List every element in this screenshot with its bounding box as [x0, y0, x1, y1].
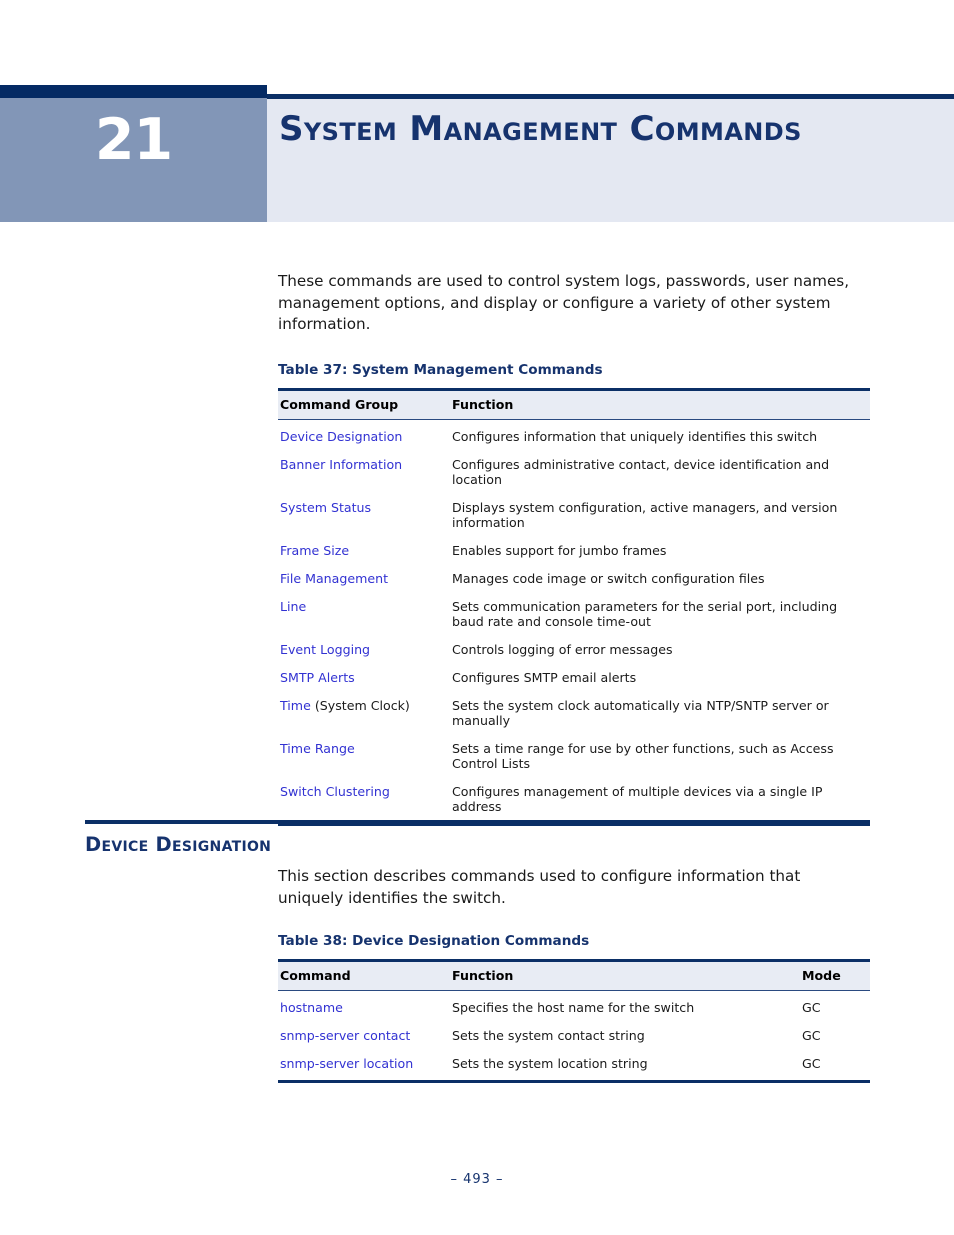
command-group-link[interactable]: Line — [280, 599, 306, 614]
table-38-cell-mode: GC — [802, 1000, 821, 1015]
table-row: Switch Clustering Configures management o… — [278, 774, 870, 826]
table-38-cell-function: Sets the system location string — [450, 1047, 800, 1083]
section-content: This section describes commands used to … — [278, 866, 870, 1083]
table-38-cell-command: hostname — [278, 991, 450, 1020]
section-paragraph: This section describes commands used to … — [278, 867, 801, 907]
table-38-body: hostname Specifies the host name for the … — [278, 991, 870, 1083]
table-38: Command Function Mode hostname Specifies … — [278, 959, 870, 1083]
table-37-cell-function: Configures administrative contact, devic… — [452, 456, 830, 487]
table-row: System Status Displays system configurati… — [278, 491, 870, 534]
command-group-link[interactable]: Switch Clustering — [280, 784, 390, 799]
intro-paragraph: These commands are used to control syste… — [278, 272, 850, 333]
table-37-cell-function: Configures SMTP email alerts — [452, 669, 637, 685]
table-row: snmp-server location Sets the system loca… — [278, 1047, 870, 1083]
table-row: Event Logging Controls logging of error m… — [278, 633, 870, 661]
table-row: snmp-server contact Sets the system conta… — [278, 1019, 870, 1047]
table-37-cell-command-group: System Status — [278, 491, 450, 534]
header-top-bar-left — [0, 85, 267, 98]
table-38-cell-mode: GC — [802, 1028, 821, 1043]
table-38-caption: Table 38: Device Designation Commands — [278, 933, 590, 949]
table-38-col-command: Command — [278, 959, 450, 991]
table-37-cell-command-group: Frame Size — [278, 534, 450, 562]
table-37-cell-function: Controls logging of error messages — [452, 641, 673, 657]
command-group-link[interactable]: Event Logging — [280, 642, 370, 657]
command-link[interactable]: snmp-server contact — [280, 1028, 410, 1043]
table-37-cell-command-group: Banner Information — [278, 448, 450, 491]
command-group-link[interactable]: Device Designation — [280, 429, 402, 444]
command-group-link[interactable]: Banner Information — [280, 457, 402, 472]
table-37-cell-command-group: SMTP Alerts — [278, 661, 450, 689]
section-divider-rule — [85, 820, 870, 824]
table-row: File Management Manages code image or swi… — [278, 562, 870, 590]
command-group-link[interactable]: File Management — [280, 571, 388, 586]
table-38-cell-command: snmp-server contact — [278, 1019, 450, 1047]
table-row: hostname Specifies the host name for the … — [278, 991, 870, 1020]
chapter-title-block: System Management Commands — [267, 99, 954, 222]
table-38-col-mode: Mode — [800, 959, 870, 991]
table-row: Time Range Sets a time range for use by o… — [278, 732, 870, 775]
table-37: Command Group Function Device Designatio… — [278, 387, 870, 826]
table-row: Line Sets communication parameters for th… — [278, 590, 870, 633]
table-37-caption: Table 37: System Management Commands — [278, 361, 603, 378]
table-row: Frame Size Enables support for jumbo fram… — [278, 534, 870, 562]
table-37-cell-command-group: Switch Clustering — [278, 774, 450, 826]
command-link[interactable]: snmp-server location — [280, 1056, 413, 1071]
table-38-col-function: Function — [450, 959, 800, 991]
chapter-header: 21 System Management Commands — [0, 85, 954, 222]
command-group-link[interactable]: SMTP Alerts — [280, 670, 355, 685]
table-37-cell-function: Configures management of multiple device… — [450, 774, 870, 826]
table-37-cell-function: Manages code image or switch configurati… — [452, 570, 765, 586]
page-number-footer: – 493 – — [450, 1172, 504, 1187]
table-37-cell-command-group: Time Range — [278, 732, 450, 775]
page-content: These commands are used to control syste… — [278, 271, 870, 826]
command-group-link[interactable]: Frame Size — [280, 543, 349, 558]
command-group-suffix: (System Clock) — [310, 697, 410, 713]
command-link[interactable]: hostname — [280, 1000, 343, 1015]
table-37-cell-command-group: Line — [278, 590, 450, 633]
table-37-header-row: Command Group Function — [278, 387, 870, 420]
table-37-cell-function: Enables support for jumbo frames — [452, 542, 667, 558]
table-37-cell-command-group: Event Logging — [278, 633, 450, 661]
table-37-cell-function: Displays system configuration, active ma… — [452, 499, 838, 530]
table-38-cell-mode: GC — [800, 1047, 870, 1083]
chapter-title: System Management Commands — [279, 109, 802, 149]
command-group-link[interactable]: System Status — [280, 500, 371, 515]
table-37-cell-command-group: File Management — [278, 562, 450, 590]
table-37-cell-command-group: Device Designation — [278, 419, 450, 448]
table-37-cell-function: Sets communication parameters for the se… — [452, 598, 838, 629]
command-group-link[interactable]: Time Range — [280, 741, 355, 756]
table-row: Time (System Clock) Sets the system clock… — [278, 689, 870, 732]
chapter-number-block: 21 — [0, 98, 267, 222]
table-row: SMTP Alerts Configures SMTP email alerts — [278, 661, 870, 689]
table-37-col-function: Function — [450, 387, 870, 420]
command-group-link[interactable]: Time — [280, 698, 311, 713]
table-37-cell-function: Sets a time range for use by other funct… — [452, 740, 834, 771]
table-37-col-command-group: Command Group — [278, 387, 450, 420]
table-38-cell-function: Specifies the host name for the switch — [452, 1000, 695, 1015]
table-37-cell-command-group: Time (System Clock) — [278, 689, 450, 732]
table-38-cell-function: Sets the system contact string — [452, 1028, 645, 1043]
section-heading-device-designation: Device Designation — [85, 833, 272, 856]
table-37-cell-function: Sets the system clock automatically via … — [452, 697, 829, 728]
table-row: Device Designation Configures information… — [278, 419, 870, 448]
table-37-cell-function: Configures information that uniquely ide… — [452, 428, 818, 444]
chapter-number: 21 — [94, 107, 173, 173]
table-row: Banner Information Configures administrat… — [278, 448, 870, 491]
table-37-body: Device Designation Configures information… — [278, 419, 870, 826]
table-38-header-row: Command Function Mode — [278, 959, 870, 991]
table-38-cell-command: snmp-server location — [278, 1047, 450, 1083]
